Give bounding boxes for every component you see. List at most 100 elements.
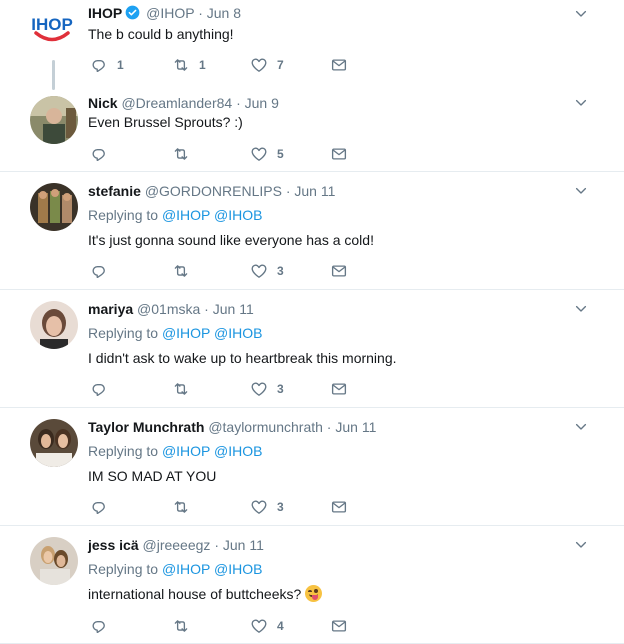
reply-button[interactable] <box>90 616 117 636</box>
author-handle[interactable]: @IHOP <box>146 5 194 21</box>
direct-message-button[interactable] <box>330 379 348 399</box>
reply-icon <box>90 56 108 74</box>
tweet-timestamp[interactable]: Jun 11 <box>335 419 376 435</box>
retweet-button[interactable] <box>172 497 199 517</box>
more-options-button[interactable] <box>574 302 588 316</box>
retweet-button[interactable] <box>172 144 199 164</box>
more-options-button[interactable] <box>574 420 588 434</box>
author-name[interactable]: IHOP <box>88 5 122 21</box>
like-count: 7 <box>277 58 284 72</box>
envelope-icon <box>330 380 348 398</box>
reply-icon <box>90 380 108 398</box>
mention-link[interactable]: @IHOB <box>214 561 262 577</box>
ihop-logo-avatar[interactable]: IHOP <box>26 6 78 54</box>
author-name[interactable]: Nick <box>88 95 118 111</box>
reply-button[interactable] <box>90 497 117 517</box>
tweet-timestamp[interactable]: Jun 8 <box>207 5 241 21</box>
mention-link[interactable]: @IHOB <box>214 207 262 223</box>
direct-message-button[interactable] <box>330 144 348 164</box>
like-button[interactable]: 3 <box>250 261 284 281</box>
tweet-timestamp[interactable]: Jun 11 <box>223 537 264 553</box>
mention-link[interactable]: @IHOP <box>162 325 210 341</box>
tweet-timestamp[interactable]: Jun 9 <box>245 95 279 111</box>
heart-icon <box>250 617 268 635</box>
avatar[interactable] <box>30 183 78 231</box>
tweet-ihop[interactable]: IHOP IHOP @IHOP · Jun 8 The b could b an… <box>0 0 624 90</box>
tweet-reply[interactable]: mariya @01mska · Jun 11 Replying to @IHO… <box>0 290 624 408</box>
more-options-button[interactable] <box>574 7 588 21</box>
like-count: 3 <box>277 382 284 396</box>
heart-icon <box>250 262 268 280</box>
tweet-reply[interactable]: Taylor Munchrath @taylormunchrath · Jun … <box>0 408 624 526</box>
tweet-text: Even Brussel Sprouts? :) <box>88 114 243 130</box>
reply-button[interactable] <box>90 379 117 399</box>
direct-message-button[interactable] <box>330 497 348 517</box>
replying-to-label: Replying to <box>88 207 159 223</box>
heart-icon <box>250 380 268 398</box>
like-button[interactable]: 4 <box>250 616 284 636</box>
like-count: 5 <box>277 147 284 161</box>
author-name[interactable]: stefanie <box>88 183 141 199</box>
avatar[interactable] <box>30 96 78 144</box>
mention-link[interactable]: @IHOB <box>214 325 262 341</box>
tweet-reply[interactable]: Nick @Dreamlander84 · Jun 9 Even Brussel… <box>0 86 624 172</box>
retweet-button[interactable] <box>172 261 199 281</box>
tweet-actions: 4 <box>90 616 370 636</box>
more-options-button[interactable] <box>574 538 588 552</box>
mention-link[interactable]: @IHOP <box>162 561 210 577</box>
mention-link[interactable]: @IHOP <box>162 207 210 223</box>
author-name[interactable]: mariya <box>88 301 133 317</box>
avatar[interactable] <box>30 301 78 349</box>
retweet-button[interactable] <box>172 616 199 636</box>
like-button[interactable]: 3 <box>250 379 284 399</box>
retweet-icon <box>172 498 190 516</box>
replying-to: Replying to @IHOP @IHOB <box>88 560 262 578</box>
tweet-actions: 5 <box>90 144 370 164</box>
reply-button[interactable] <box>90 261 117 281</box>
tweet-reply[interactable]: stefanie @GORDONRENLIPS · Jun 11 Replyin… <box>0 172 624 290</box>
tweet-timestamp[interactable]: Jun 11 <box>213 301 254 317</box>
author-handle[interactable]: @jreeeegz <box>143 537 211 553</box>
retweet-icon <box>172 617 190 635</box>
retweet-button[interactable]: 1 <box>172 55 206 75</box>
separator-dot: · <box>198 5 203 21</box>
reply-icon <box>90 498 108 516</box>
author-name[interactable]: Taylor Munchrath <box>88 419 204 435</box>
like-button[interactable]: 5 <box>250 144 284 164</box>
reply-icon <box>90 145 108 163</box>
author-handle[interactable]: @taylormunchrath <box>208 419 323 435</box>
more-options-button[interactable] <box>574 184 588 198</box>
chevron-down-icon <box>574 184 588 198</box>
reply-button[interactable] <box>90 144 117 164</box>
author-name[interactable]: jess icä <box>88 537 139 553</box>
retweet-icon <box>172 56 190 74</box>
mention-link[interactable]: @IHOB <box>214 443 262 459</box>
retweet-icon <box>172 145 190 163</box>
replying-to: Replying to @IHOP @IHOB <box>88 206 262 224</box>
tweet-timestamp[interactable]: Jun 11 <box>294 183 335 199</box>
like-button[interactable]: 7 <box>250 55 284 75</box>
like-button[interactable]: 3 <box>250 497 284 517</box>
avatar[interactable] <box>30 419 78 467</box>
chevron-down-icon <box>574 96 588 110</box>
tweet-actions: 3 <box>90 261 370 281</box>
more-options-button[interactable] <box>574 96 588 110</box>
tweet-actions: 3 <box>90 379 370 399</box>
envelope-icon <box>330 498 348 516</box>
direct-message-button[interactable] <box>330 261 348 281</box>
tweet-header: Taylor Munchrath @taylormunchrath · Jun … <box>88 418 376 436</box>
direct-message-button[interactable] <box>330 616 348 636</box>
separator-dot: · <box>326 419 332 435</box>
replying-to-label: Replying to <box>88 325 159 341</box>
author-handle[interactable]: @GORDONRENLIPS <box>145 183 282 199</box>
retweet-button[interactable] <box>172 379 199 399</box>
direct-message-button[interactable] <box>330 55 348 75</box>
reply-button[interactable]: 1 <box>90 55 124 75</box>
avatar[interactable] <box>30 537 78 585</box>
author-handle[interactable]: @Dreamlander84 <box>121 95 232 111</box>
tweet-actions: 1 1 7 <box>90 55 370 75</box>
author-handle[interactable]: @01mska <box>137 301 200 317</box>
tweet-reply[interactable]: jess icä @jreeeegz · Jun 11 Replying to … <box>0 526 624 644</box>
envelope-icon <box>330 145 348 163</box>
mention-link[interactable]: @IHOP <box>162 443 210 459</box>
